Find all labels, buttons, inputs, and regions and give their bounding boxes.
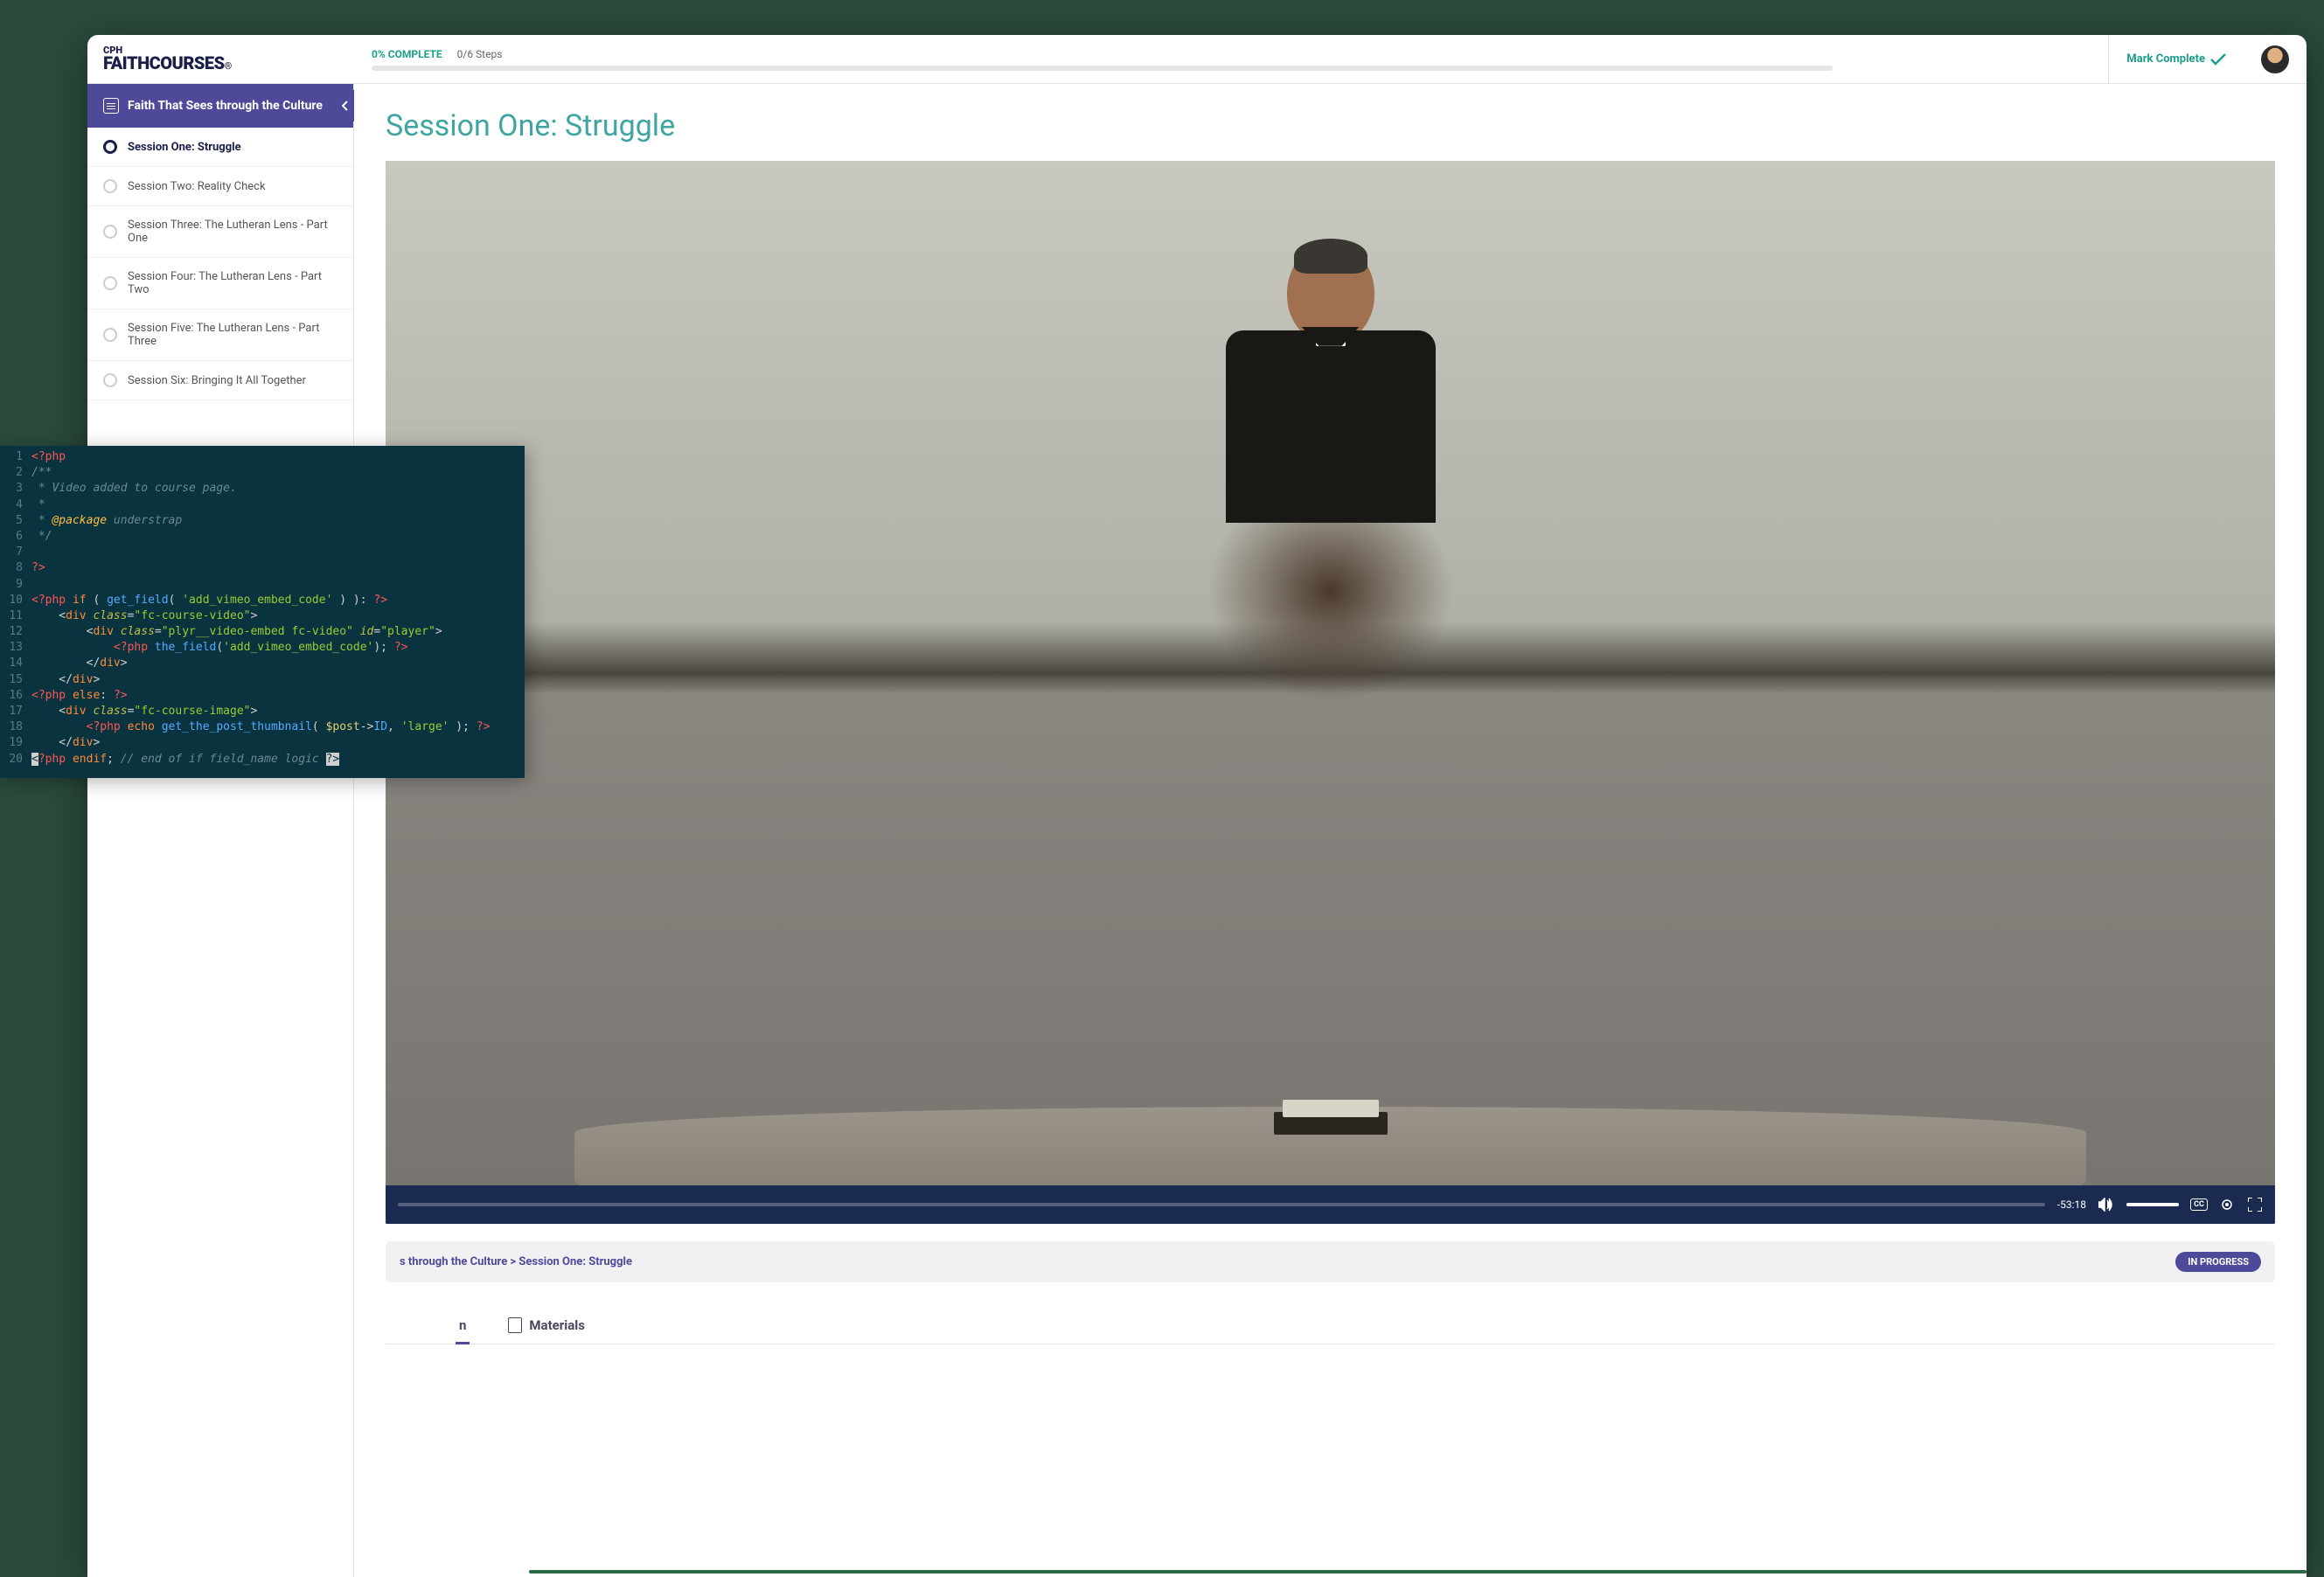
- code-editor-overlay: 1<?php2/**3 * Video added to course page…: [0, 446, 525, 778]
- tab-materials[interactable]: Materials: [504, 1309, 588, 1344]
- avatar: [2261, 45, 2289, 73]
- progress-steps: 0/6 Steps: [457, 48, 503, 60]
- chevron-left-icon: [342, 101, 349, 111]
- course-title: Faith That Sees through the Culture: [128, 99, 323, 113]
- logo[interactable]: CPH FAITHCOURSES®: [87, 35, 354, 83]
- code-line[interactable]: 16<?php else: ?>: [0, 688, 525, 704]
- status-circle-icon: [103, 328, 117, 342]
- code-line[interactable]: 3 * Video added to course page.: [0, 481, 525, 497]
- code-line[interactable]: 1<?php: [0, 449, 525, 465]
- status-circle-icon: [103, 225, 117, 239]
- code-line[interactable]: 18 <?php echo get_the_post_thumbnail( $p…: [0, 719, 525, 735]
- page-title: Session One: Struggle: [386, 108, 2275, 143]
- code-line[interactable]: 15 </div>: [0, 672, 525, 688]
- mark-complete-button[interactable]: Mark Complete: [2108, 35, 2244, 83]
- code-line[interactable]: 12 <div class="plyr__video-embed fc-vide…: [0, 624, 525, 640]
- session-item[interactable]: Session Three: The Lutheran Lens - Part …: [87, 206, 353, 258]
- code-line[interactable]: 8?>: [0, 560, 525, 576]
- session-item[interactable]: Session Six: Bringing It All Together: [87, 361, 353, 400]
- status-badge: IN PROGRESS: [2175, 1252, 2261, 1272]
- code-line[interactable]: 2/**: [0, 465, 525, 481]
- code-line[interactable]: 9: [0, 577, 525, 593]
- code-line[interactable]: 6 */: [0, 529, 525, 545]
- time-remaining: -53:18: [2057, 1198, 2086, 1211]
- logo-main: FAITHCOURSES: [103, 52, 225, 73]
- body: Faith That Sees through the Culture Sess…: [87, 84, 2307, 1577]
- code-line[interactable]: 19 </div>: [0, 735, 525, 751]
- video-still: [386, 161, 2275, 1185]
- sidebar: Faith That Sees through the Culture Sess…: [87, 84, 354, 1577]
- tabs: n Materials: [386, 1309, 2275, 1344]
- code-line[interactable]: 5 * @package understrap: [0, 513, 525, 529]
- session-item[interactable]: Session One: Struggle: [87, 128, 353, 167]
- volume-slider[interactable]: [2126, 1203, 2179, 1206]
- session-item[interactable]: Session Five: The Lutheran Lens - Part T…: [87, 309, 353, 361]
- course-title-bar[interactable]: Faith That Sees through the Culture: [87, 84, 353, 128]
- checkmark-icon: [2210, 53, 2226, 66]
- document-icon: [508, 1317, 522, 1333]
- breadcrumb-bar: s through the Culture > Session One: Str…: [386, 1241, 2275, 1282]
- session-item[interactable]: Session Four: The Lutheran Lens - Part T…: [87, 258, 353, 309]
- code-line[interactable]: 11 <div class="fc-course-video">: [0, 608, 525, 624]
- topbar: CPH FAITHCOURSES® 0% COMPLETE 0/6 Steps …: [87, 35, 2307, 84]
- code-line[interactable]: 14 </div>: [0, 656, 525, 671]
- decorative-line: [529, 1570, 2307, 1574]
- code-line[interactable]: 20<?php endif; // end of if field_name l…: [0, 752, 525, 768]
- fullscreen-icon[interactable]: [2247, 1197, 2263, 1212]
- captions-button[interactable]: CC: [2191, 1197, 2207, 1212]
- code-line[interactable]: 13 <?php the_field('add_vimeo_embed_code…: [0, 640, 525, 656]
- code-line[interactable]: 7: [0, 545, 525, 560]
- video-controls: -53:18 CC: [386, 1185, 2275, 1224]
- progress-bar: [372, 66, 1833, 71]
- volume-icon[interactable]: [2098, 1197, 2114, 1212]
- settings-icon[interactable]: [2219, 1197, 2235, 1212]
- code-line[interactable]: 4 *: [0, 497, 525, 513]
- code-line[interactable]: 10<?php if ( get_field( 'add_vimeo_embed…: [0, 593, 525, 608]
- avatar-menu[interactable]: [2244, 35, 2307, 83]
- list-icon: [103, 98, 119, 114]
- progress-area: 0% COMPLETE 0/6 Steps: [354, 35, 2108, 83]
- status-circle-icon: [103, 373, 117, 387]
- breadcrumb[interactable]: s through the Culture > Session One: Str…: [400, 1255, 632, 1268]
- session-list: Session One: Struggle Session Two: Reali…: [87, 128, 353, 400]
- session-item[interactable]: Session Two: Reality Check: [87, 167, 353, 206]
- status-circle-icon: [103, 140, 117, 154]
- seek-bar[interactable]: [398, 1203, 2045, 1206]
- status-circle-icon: [103, 276, 117, 290]
- tab-lesson[interactable]: n: [456, 1309, 470, 1344]
- video-player[interactable]: -53:18 CC: [386, 161, 2275, 1224]
- course-app-window: CPH FAITHCOURSES® 0% COMPLETE 0/6 Steps …: [87, 35, 2307, 1577]
- main-content: Session One: Struggle -53:18 CC: [354, 84, 2307, 1577]
- status-circle-icon: [103, 179, 117, 193]
- collapse-sidebar-button[interactable]: [337, 90, 354, 122]
- code-line[interactable]: 17 <div class="fc-course-image">: [0, 704, 525, 719]
- progress-percent: 0% COMPLETE: [372, 48, 442, 60]
